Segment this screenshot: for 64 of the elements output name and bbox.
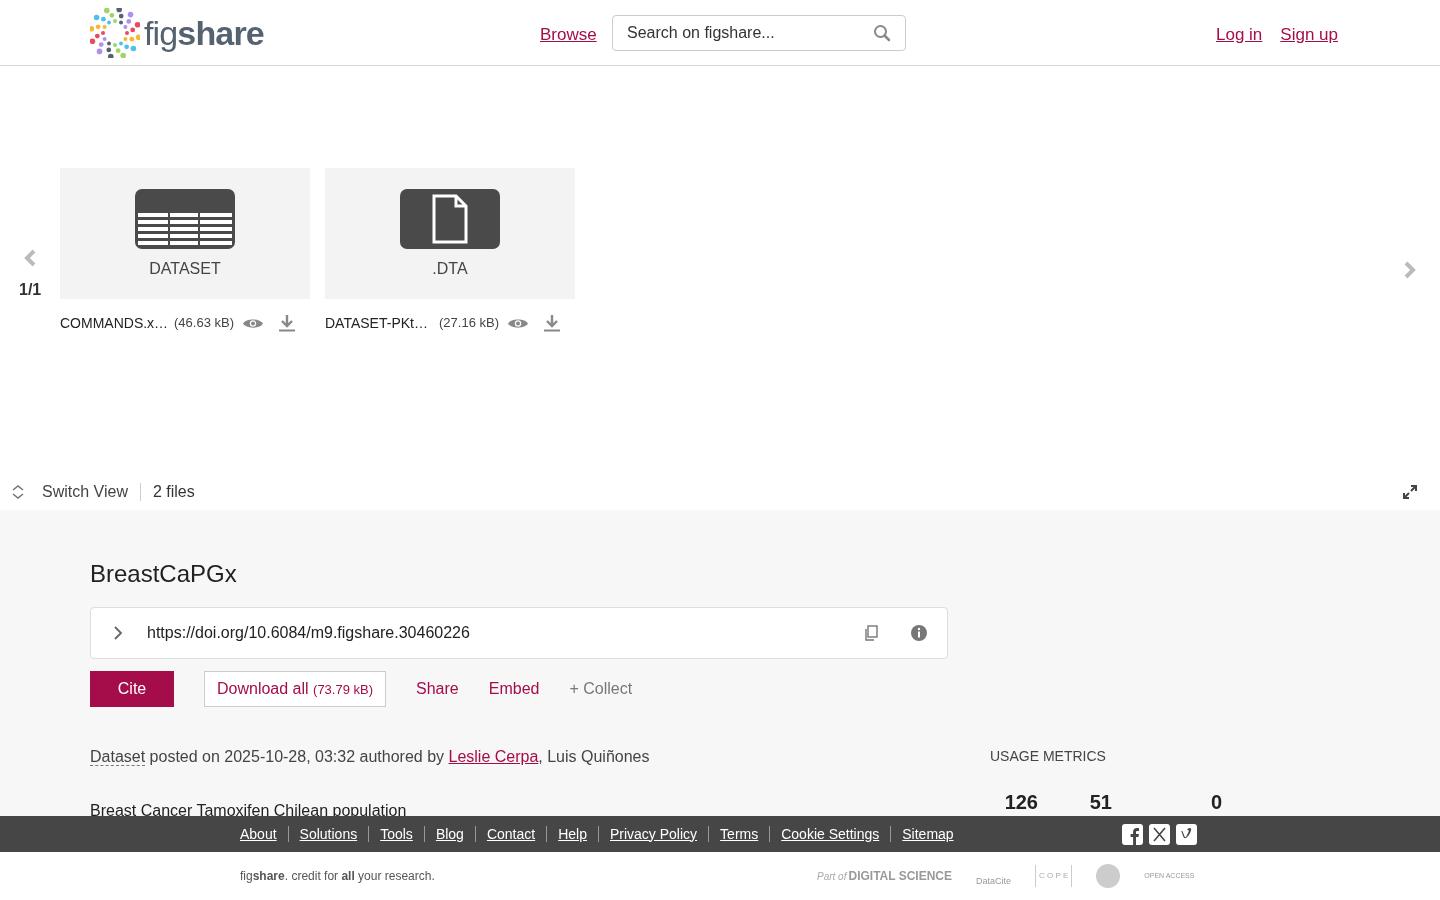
eye-icon[interactable]: [243, 316, 263, 330]
author-name: Luis Quiñones: [547, 748, 650, 765]
footer-link[interactable]: Terms: [720, 823, 759, 845]
file-name[interactable]: DATASET-PKt…: [325, 312, 437, 334]
file-count: 2 files: [152, 482, 195, 502]
info-icon[interactable]: [910, 624, 928, 642]
download-icon[interactable]: [279, 314, 295, 332]
eye-icon[interactable]: [508, 316, 528, 330]
page-indicator: 1/1: [19, 280, 42, 300]
description: Breast Cancer Tamoxifen Chilean population: [90, 801, 407, 821]
metric-value: 0: [1209, 790, 1222, 815]
logo-icon: [90, 7, 140, 58]
file-type-label: .DTA: [432, 259, 468, 279]
table-icon: [135, 189, 235, 249]
doi-link[interactable]: https://doi.org/10.6084/m9.figshare.30460226: [147, 621, 863, 645]
seal-icon: [1096, 864, 1121, 888]
usage-metrics-heading: USAGE METRICS: [990, 747, 1107, 766]
action-link[interactable]: Share: [416, 677, 459, 701]
tagline: figshare. credit for all your research.: [240, 868, 435, 885]
footer-link[interactable]: Sitemap: [902, 823, 954, 845]
switch-view-icon[interactable]: [11, 485, 25, 499]
auth-link[interactable]: Log in: [1216, 22, 1263, 48]
footer-link[interactable]: Privacy Policy: [609, 823, 698, 845]
browse-link[interactable]: Browse: [540, 22, 597, 48]
footer-link[interactable]: Help: [558, 823, 587, 845]
auth-link[interactable]: Sign up: [1280, 22, 1338, 48]
footer-link[interactable]: Contact: [486, 823, 536, 845]
action-link[interactable]: Embed: [488, 677, 540, 701]
footer-link[interactable]: Tools: [380, 823, 413, 845]
cope-logo: C O P E: [1035, 865, 1073, 887]
item-title: BreastCaPGx: [90, 559, 238, 589]
search-icon[interactable]: [873, 24, 891, 42]
download-all-button[interactable]: Download all (73.79 kB): [204, 671, 387, 707]
footer-link[interactable]: Solutions: [299, 823, 358, 845]
chevron-right-icon[interactable]: [113, 625, 123, 641]
partner-logo-text: DIGITAL SCIENCE: [848, 868, 953, 885]
datacite-logo: DataCite: [976, 875, 1012, 889]
metric-value: 51: [1088, 790, 1112, 815]
file-size: (46.63 kB): [174, 314, 234, 333]
x-icon[interactable]: [1149, 824, 1170, 845]
file-type-label: DATASET: [149, 259, 221, 279]
vimeo-icon[interactable]: [1176, 824, 1197, 845]
file-preview-card[interactable]: .DTA: [325, 168, 575, 299]
collect-button[interactable]: + Collect: [569, 677, 633, 701]
partner-logo-text: Part of: [817, 869, 847, 884]
file-preview-card[interactable]: DATASET: [60, 168, 310, 299]
file-name[interactable]: COMMANDS.x…: [60, 312, 172, 334]
document-icon: [400, 189, 500, 249]
footer-link[interactable]: Cookie Settings: [781, 823, 880, 845]
facebook-icon[interactable]: [1122, 824, 1143, 845]
author-link[interactable]: Leslie Cerpa: [448, 748, 539, 765]
download-icon[interactable]: [544, 314, 560, 332]
footer-link[interactable]: About: [240, 823, 277, 845]
author-separator: ,: [538, 748, 543, 765]
search-input[interactable]: Search on figshare...: [627, 21, 873, 45]
cite-button[interactable]: Cite: [90, 671, 174, 707]
switch-view-button[interactable]: Switch View: [42, 480, 128, 504]
copy-icon[interactable]: [863, 625, 879, 641]
footer-link[interactable]: Blog: [435, 823, 464, 845]
file-size: (27.16 kB): [439, 314, 499, 333]
logo[interactable]: figshare: [144, 15, 264, 50]
metric-value: 126: [1003, 790, 1038, 815]
search-field[interactable]: Search on figshare...: [612, 15, 906, 51]
fullscreen-icon[interactable]: [1402, 484, 1418, 500]
